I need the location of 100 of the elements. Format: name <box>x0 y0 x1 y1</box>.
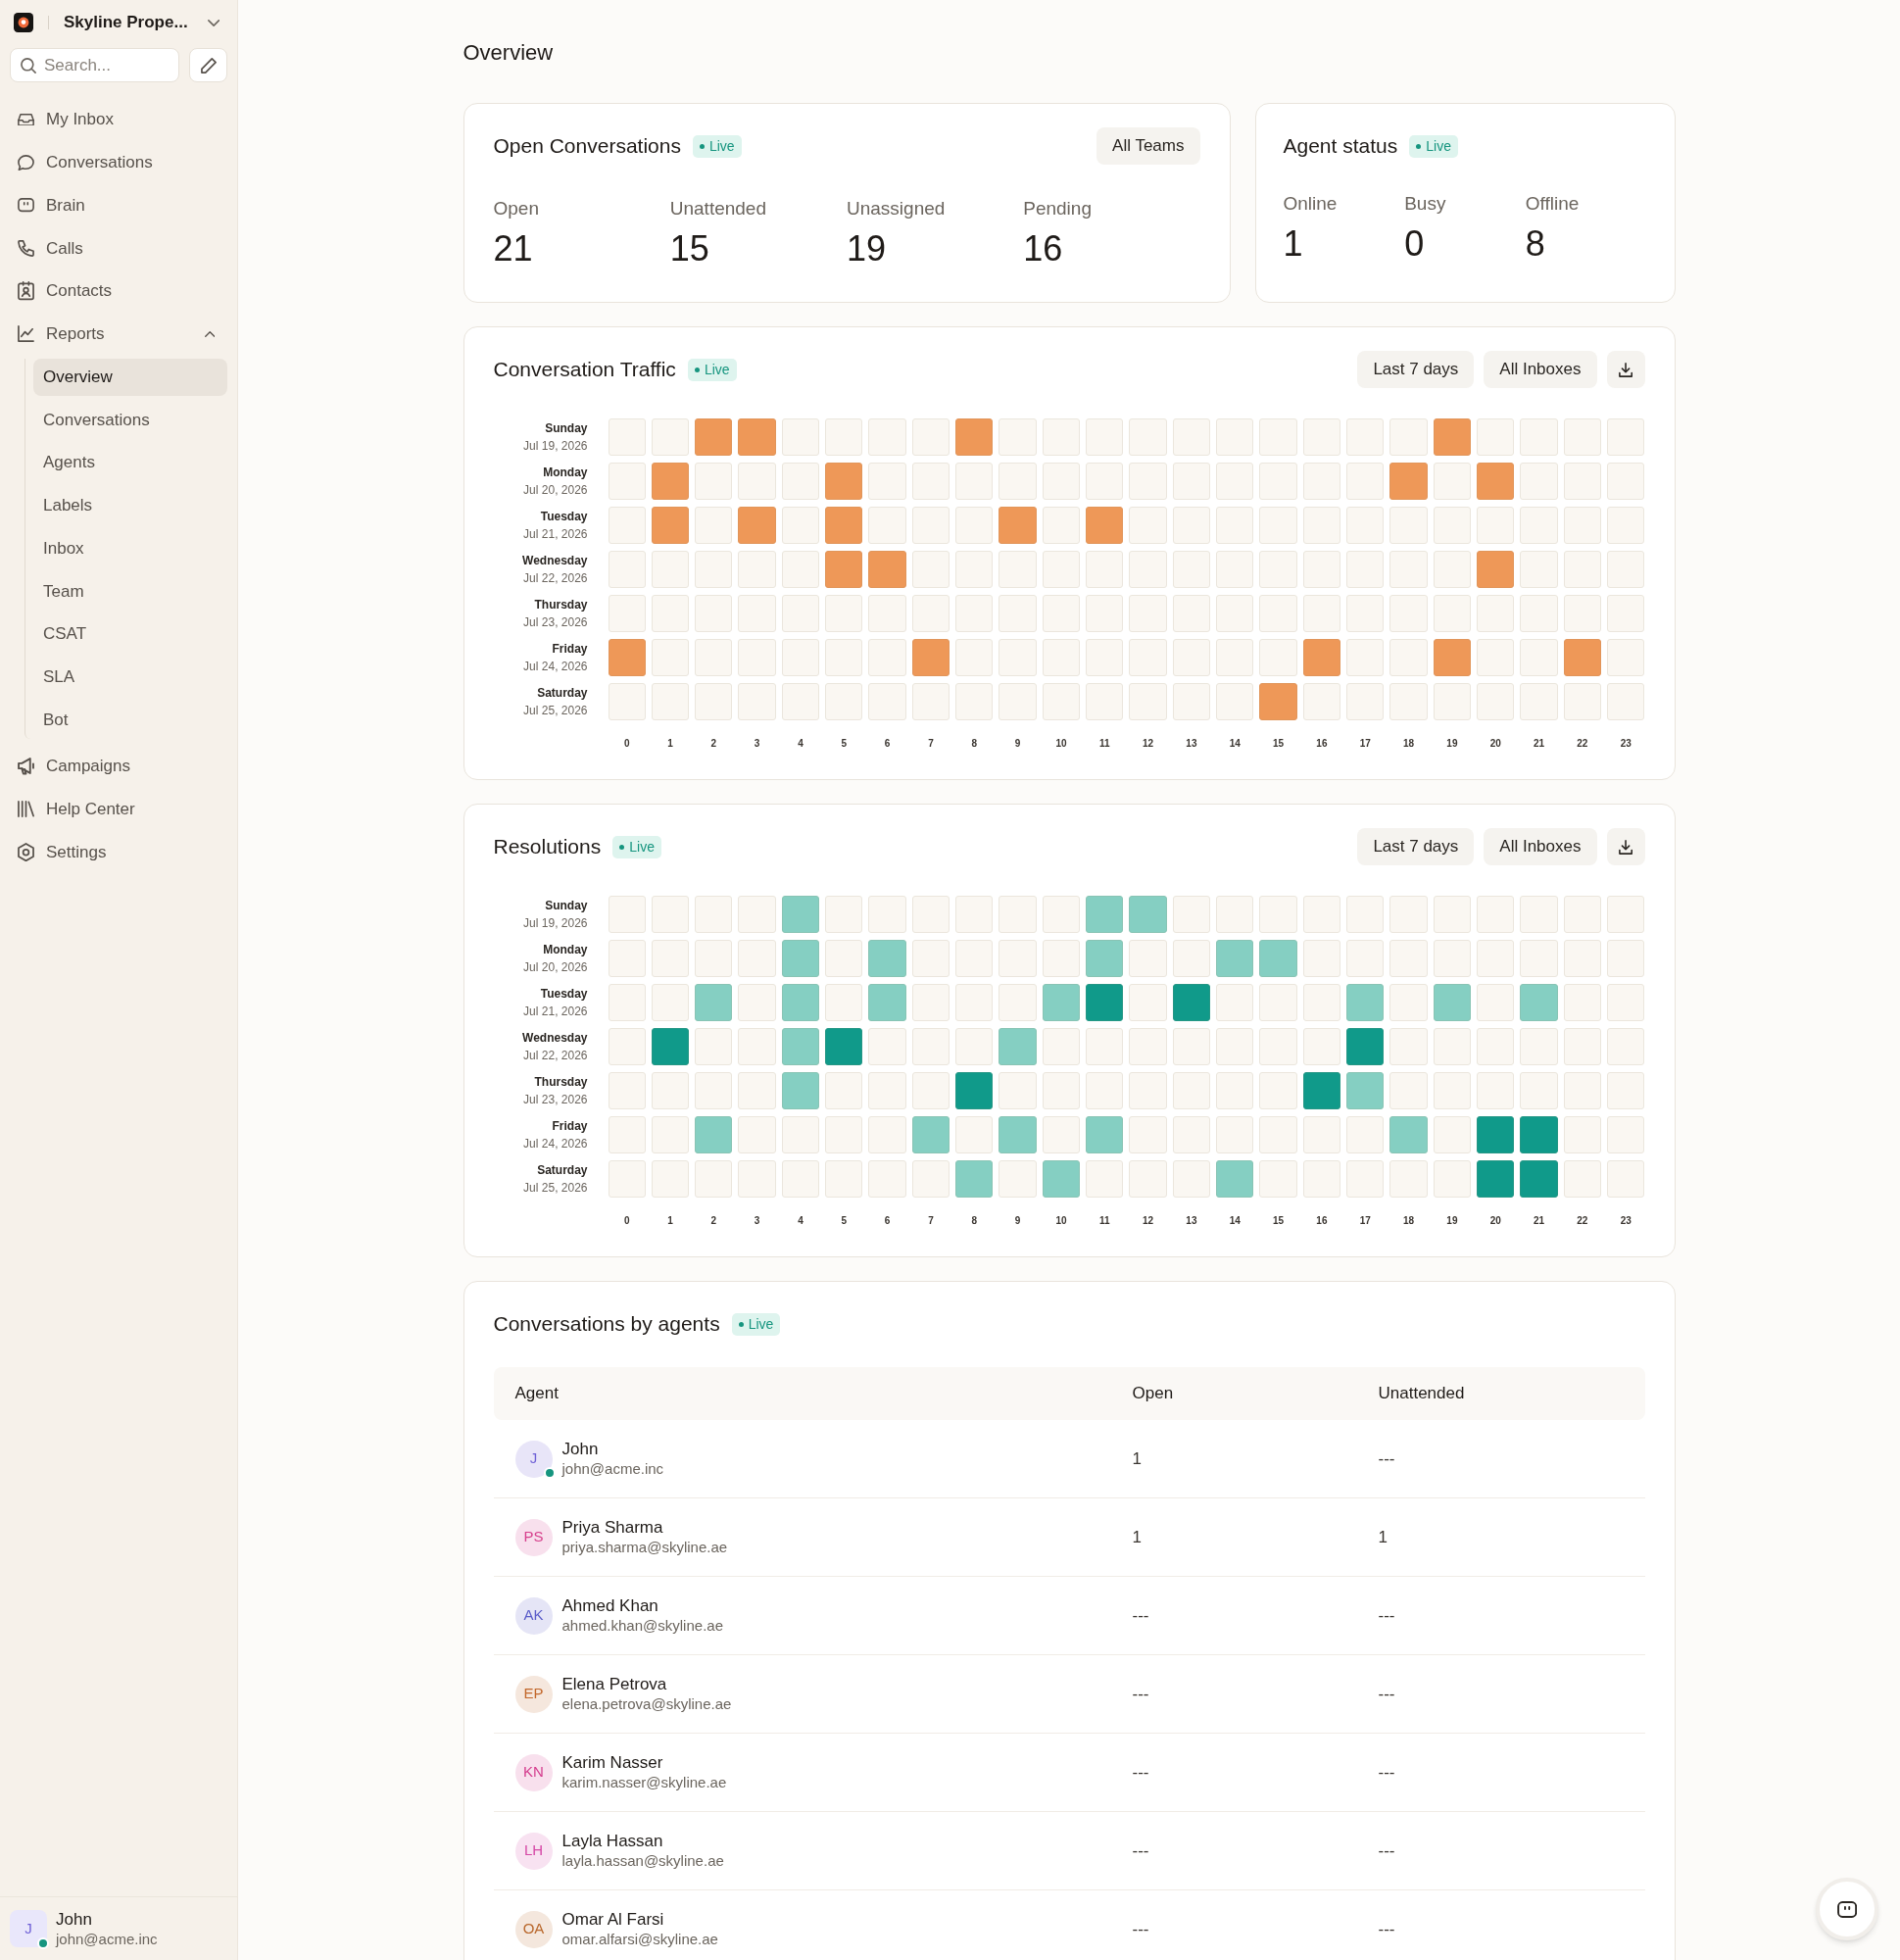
hour-label: 5 <box>841 1215 848 1227</box>
hour-label: 18 <box>1403 1215 1415 1227</box>
filter-button[interactable]: Last 7 days <box>1357 351 1475 388</box>
agent-email: john@acme.inc <box>561 1458 664 1479</box>
hour-label: 16 <box>1316 738 1328 750</box>
download-button[interactable] <box>1606 351 1645 388</box>
chevron-down-icon <box>207 19 219 26</box>
filter-button[interactable]: All Inboxes <box>1484 828 1597 865</box>
hour-label: 7 <box>928 1215 934 1227</box>
agent-name: Ahmed Khan <box>561 1595 659 1616</box>
chat-widget-button[interactable] <box>1816 1878 1878 1940</box>
hour-label: 0 <box>623 738 630 750</box>
nav-item[interactable]: Settings <box>10 833 227 871</box>
nav-item[interactable]: Campaigns <box>10 747 227 785</box>
hour-label: 14 <box>1229 1215 1241 1227</box>
user-email: john@acme.inc <box>56 1929 158 1948</box>
table-cell-text: --- <box>1377 1761 1396 1784</box>
table-cell-text: 1 <box>1131 1447 1143 1470</box>
stat-label: Online <box>1283 192 1339 216</box>
download-icon <box>1618 839 1633 855</box>
hour-label: 8 <box>971 738 978 750</box>
hour-label: 5 <box>841 738 848 750</box>
date-label: Jul 19, 2026 <box>523 438 588 455</box>
card-title: Resolutions <box>493 834 602 860</box>
stat-label: Pending <box>1023 197 1093 220</box>
nav-item[interactable]: Help Center <box>10 790 227 828</box>
stat-value: 0 <box>1404 224 1426 264</box>
nav-subitem[interactable]: Overview <box>33 358 227 396</box>
workspace-switcher[interactable]: Skyline Prope... <box>64 10 223 35</box>
pencil-icon <box>200 57 217 74</box>
stat-value: 15 <box>669 229 710 269</box>
agent-email: omar.alfarsi@skyline.ae <box>561 1929 718 1949</box>
download-button[interactable] <box>1606 828 1645 865</box>
hour-label: 15 <box>1273 738 1285 750</box>
hour-label: 1 <box>667 738 673 750</box>
hour-label: 22 <box>1577 738 1588 750</box>
table-cell-text: 1 <box>1377 1526 1388 1548</box>
nav-subitem[interactable]: Inbox <box>33 529 227 567</box>
date-label: Jul 20, 2026 <box>523 959 588 976</box>
agent-email: priya.sharma@skyline.ae <box>561 1537 728 1557</box>
agent-avatar: LH <box>514 1832 553 1870</box>
agent-name: Priya Sharma <box>561 1517 664 1538</box>
status-dot-icon <box>619 844 625 850</box>
download-icon <box>1618 362 1633 377</box>
status-dot-icon <box>738 1321 744 1327</box>
day-label: Saturday <box>537 1162 588 1179</box>
hour-label: 22 <box>1577 1215 1588 1227</box>
hour-label: 17 <box>1359 1215 1371 1227</box>
day-label: Friday <box>552 1118 588 1135</box>
contact-card-icon <box>18 281 34 301</box>
agent-name: Layla Hassan <box>561 1831 664 1851</box>
megaphone-icon <box>18 758 34 775</box>
robot-face-icon <box>1836 1900 1858 1918</box>
date-label: Jul 23, 2026 <box>523 614 588 631</box>
nav-item[interactable]: Brain <box>10 186 227 224</box>
stat-label: Busy <box>1404 192 1447 216</box>
date-label: Jul 24, 2026 <box>523 1136 588 1152</box>
search-field[interactable]: Search... <box>10 48 179 82</box>
hour-label: 19 <box>1446 738 1458 750</box>
card-title: Conversations by agents <box>493 1311 720 1338</box>
books-icon <box>18 801 34 817</box>
day-label: Wednesday <box>522 553 588 569</box>
status-dot-icon <box>694 367 700 372</box>
compose-button[interactable] <box>189 48 227 82</box>
table-cell-text: --- <box>1377 1683 1396 1705</box>
hour-label: 13 <box>1186 738 1197 750</box>
workspace-logo-icon <box>14 13 33 32</box>
card-title: Open Conversations <box>493 133 681 160</box>
nav-item[interactable]: Calls <box>10 229 227 268</box>
nav-subitem[interactable]: Team <box>33 572 227 611</box>
nav-item[interactable]: My Inbox <box>10 101 227 138</box>
nav-subitem[interactable]: SLA <box>33 658 227 696</box>
hour-label: 17 <box>1359 738 1371 750</box>
nav-item[interactable]: Contacts <box>10 272 227 310</box>
nav-item[interactable]: Reports <box>10 315 227 353</box>
nav-subitem[interactable]: CSAT <box>33 615 227 653</box>
date-label: Jul 21, 2026 <box>523 1004 588 1020</box>
card-title: Conversation Traffic <box>493 357 676 383</box>
date-label: Jul 24, 2026 <box>523 659 588 675</box>
day-label: Sunday <box>545 898 588 914</box>
date-label: Jul 21, 2026 <box>523 526 588 543</box>
date-label: Jul 19, 2026 <box>523 915 588 932</box>
agent-name: Omar Al Farsi <box>561 1909 665 1930</box>
nav-subitem[interactable]: Bot <box>33 701 227 739</box>
hour-label: 1 <box>667 1215 673 1227</box>
status-dot-icon <box>699 143 705 149</box>
nav-subitem[interactable]: Agents <box>33 444 227 481</box>
date-label: Jul 20, 2026 <box>523 482 588 499</box>
day-label: Monday <box>543 942 588 958</box>
stat-value: 8 <box>1525 224 1546 264</box>
filter-button[interactable]: Last 7 days <box>1357 828 1475 865</box>
nav-subitem[interactable]: Labels <box>33 486 227 524</box>
team-filter-button[interactable]: All Teams <box>1096 127 1200 165</box>
hour-label: 23 <box>1620 738 1632 750</box>
table-cell-text: --- <box>1377 1447 1396 1470</box>
nav-item[interactable]: Conversations <box>10 143 227 181</box>
settings-icon <box>18 842 34 861</box>
date-label: Jul 25, 2026 <box>523 1180 588 1197</box>
nav-subitem[interactable]: Conversations <box>33 401 227 439</box>
filter-button[interactable]: All Inboxes <box>1484 351 1597 388</box>
